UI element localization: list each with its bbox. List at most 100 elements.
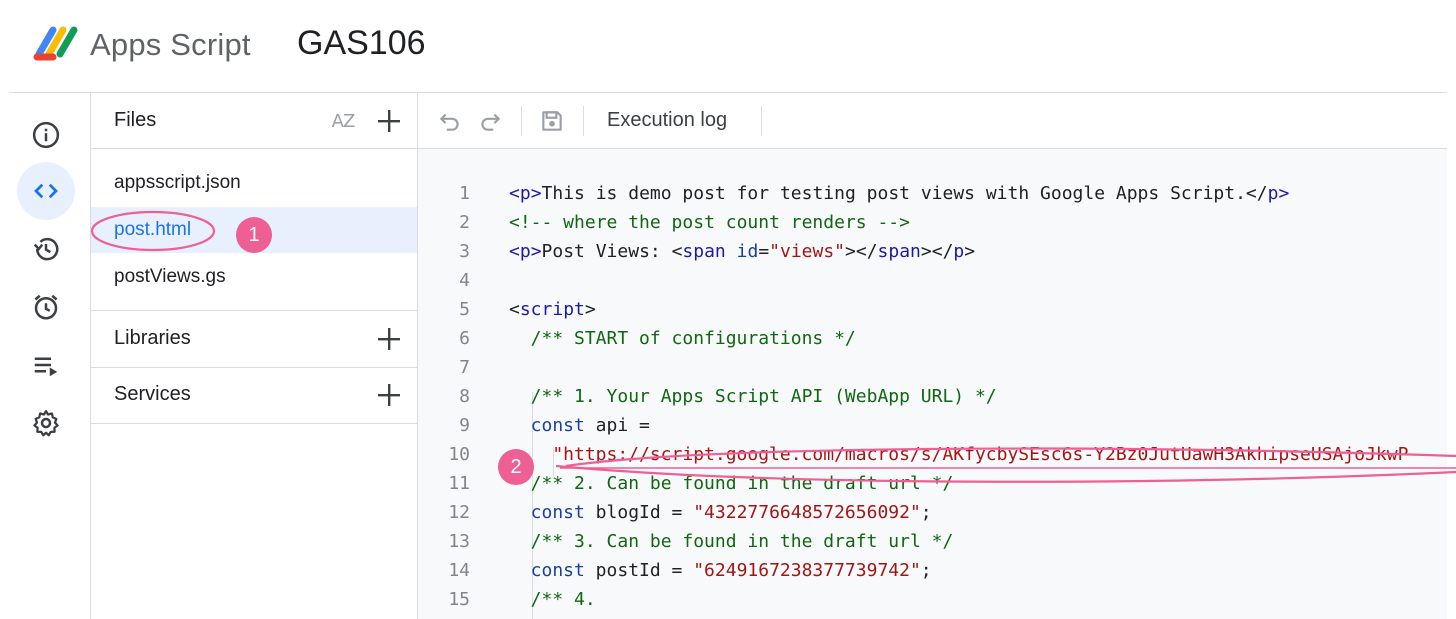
code-line[interactable]: 11 /** 2. Can be found in the draft url *… bbox=[418, 469, 1447, 498]
line-number: 5 bbox=[459, 299, 470, 320]
sort-files-button[interactable]: AZ bbox=[327, 105, 359, 137]
code-token: const bbox=[530, 415, 585, 436]
executions-button[interactable] bbox=[17, 336, 75, 394]
line-number: 6 bbox=[459, 328, 470, 349]
services-label: Services bbox=[114, 383, 191, 405]
execution-log-button[interactable]: Execution log bbox=[607, 109, 727, 132]
apps-script-logo[interactable] bbox=[33, 24, 81, 64]
project-settings-button[interactable] bbox=[17, 394, 75, 452]
code-line[interactable]: 15 /** 4. bbox=[418, 585, 1447, 614]
annotation-badge-1: 1 bbox=[236, 217, 272, 253]
editor-button[interactable] bbox=[17, 162, 75, 220]
code-text: /** 3. Can be found in the draft url */ bbox=[531, 527, 954, 556]
code-token: /** START of configurations */ bbox=[530, 328, 856, 349]
line-number: 15 bbox=[448, 589, 470, 610]
code-token: > bbox=[530, 241, 542, 262]
toolbar-divider bbox=[583, 106, 584, 136]
file-name: appsscript.json bbox=[114, 172, 241, 193]
code-token: id bbox=[736, 241, 759, 262]
code-text: const api = bbox=[531, 411, 650, 440]
line-number: 10 bbox=[448, 444, 470, 465]
libraries-section[interactable]: Libraries bbox=[91, 310, 417, 368]
code-token: script bbox=[519, 299, 585, 320]
line-number: 12 bbox=[448, 502, 470, 523]
files-title: Files bbox=[114, 109, 157, 131]
code-text: /** 4. bbox=[531, 585, 596, 614]
project-name[interactable]: GAS106 bbox=[297, 24, 426, 63]
redo-button[interactable] bbox=[474, 105, 506, 137]
gear-icon bbox=[33, 410, 59, 437]
undo-button[interactable] bbox=[434, 105, 466, 137]
code-token: "4322776648572656092" bbox=[693, 502, 921, 523]
code-token: "views" bbox=[769, 241, 846, 262]
code-line[interactable]: 2 <!-- where the post count renders --> bbox=[418, 208, 1447, 237]
code-token: p bbox=[519, 183, 531, 204]
code-line[interactable]: 7 bbox=[418, 353, 1447, 382]
file-item-postviews-gs[interactable]: postViews.gs bbox=[91, 254, 417, 300]
plus-icon bbox=[378, 110, 400, 132]
line-number: 4 bbox=[459, 270, 470, 291]
line-number: 3 bbox=[459, 241, 470, 262]
undo-icon bbox=[439, 113, 459, 131]
add-library-button[interactable] bbox=[373, 323, 405, 355]
code-token: const bbox=[530, 560, 585, 581]
add-file-button[interactable] bbox=[373, 105, 405, 137]
plus-icon bbox=[378, 328, 400, 350]
triggers-button[interactable] bbox=[17, 278, 75, 336]
code-line[interactable]: 10 "https://script.google.com/macros/s/AK… bbox=[418, 440, 1447, 469]
code-line[interactable]: 6 /** START of configurations */ bbox=[418, 324, 1447, 353]
code-text: <p>Post Views: <span id="views"></span><… bbox=[509, 237, 975, 266]
toolbar-divider bbox=[521, 106, 522, 136]
code-text: <!-- where the post count renders --> bbox=[509, 208, 910, 237]
code-text: <p>This is demo post for testing post vi… bbox=[509, 179, 1289, 208]
code-token: /** 3. Can be found in the draft url */ bbox=[530, 531, 954, 552]
code-line[interactable]: 8 /** 1. Your Apps Script API (WebApp URL… bbox=[418, 382, 1447, 411]
code-token: /** 1. Your Apps Script API (WebApp URL)… bbox=[530, 386, 997, 407]
file-name: post.html bbox=[114, 219, 192, 240]
code-area[interactable]: 1 <p>This is demo post for testing post v… bbox=[418, 149, 1447, 619]
code-token: < bbox=[509, 299, 520, 320]
overview-button[interactable] bbox=[17, 106, 75, 164]
code-token: < bbox=[509, 241, 520, 262]
code-token: p bbox=[1267, 183, 1279, 204]
line-number: 1 bbox=[459, 183, 470, 204]
run-list-icon bbox=[34, 357, 58, 377]
code-token: blogId = bbox=[584, 502, 694, 523]
code-line[interactable]: 13 /** 3. Can be found in the draft url *… bbox=[418, 527, 1447, 556]
line-number: 9 bbox=[459, 415, 470, 436]
redo-icon bbox=[481, 113, 501, 131]
code-line[interactable]: 9 const api = bbox=[418, 411, 1447, 440]
code-token: > bbox=[964, 241, 976, 262]
code-token: < bbox=[509, 183, 520, 204]
code-text: const blogId = "4322776648572656092"; bbox=[531, 498, 932, 527]
code-line[interactable]: 1 <p>This is demo post for testing post v… bbox=[418, 179, 1447, 208]
code-line[interactable]: 3 <p>Post Views: <span id="views"></span>… bbox=[418, 237, 1447, 266]
code-text: <script> bbox=[509, 295, 596, 324]
files-header: Files AZ bbox=[91, 93, 417, 149]
code-token: ></ bbox=[845, 241, 878, 262]
file-name: postViews.gs bbox=[114, 266, 226, 287]
code-line[interactable]: 5 <script> bbox=[418, 295, 1447, 324]
code-token: ; bbox=[920, 502, 932, 523]
info-icon bbox=[32, 121, 60, 149]
add-service-button[interactable] bbox=[373, 379, 405, 411]
line-number: 2 bbox=[459, 212, 470, 233]
file-item-appsscript-json[interactable]: appsscript.json bbox=[91, 160, 417, 206]
project-history-button[interactable] bbox=[17, 220, 75, 278]
code-text: /** 2. Can be found in the draft url */ bbox=[531, 469, 954, 498]
app-header: Apps Script GAS106 bbox=[0, 0, 1456, 92]
history-icon bbox=[33, 237, 59, 261]
line-number: 11 bbox=[448, 473, 470, 494]
left-nav-rail bbox=[9, 93, 91, 619]
code-line[interactable]: 12 const blogId = "4322776648572656092"; bbox=[418, 498, 1447, 527]
code-token: /** 2. Can be found in the draft url */ bbox=[530, 473, 954, 494]
services-section[interactable]: Services bbox=[91, 367, 417, 424]
app-brand: Apps Script bbox=[90, 27, 251, 62]
code-token: p bbox=[519, 241, 531, 262]
code-line[interactable]: 14 const postId = "6249167238377739742"; bbox=[418, 556, 1447, 585]
save-button[interactable] bbox=[536, 105, 568, 137]
code-line[interactable]: 4 bbox=[418, 266, 1447, 295]
sort-az-icon: AZ bbox=[331, 110, 356, 132]
code-text: /** 1. Your Apps Script API (WebApp URL)… bbox=[531, 382, 997, 411]
